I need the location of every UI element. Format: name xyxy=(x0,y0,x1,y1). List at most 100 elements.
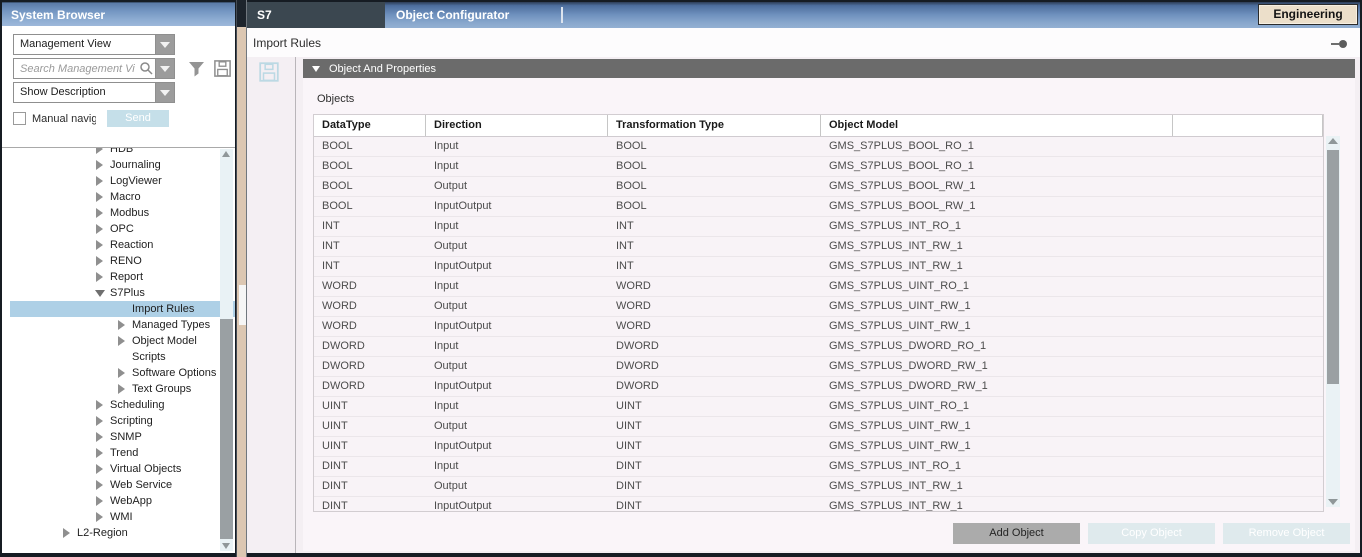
save-button[interactable] xyxy=(258,61,280,83)
chevron-collapsed-icon[interactable] xyxy=(93,191,106,204)
chevron-collapsed-icon[interactable] xyxy=(93,175,106,188)
tree-item-import-rules[interactable]: Import Rules xyxy=(10,301,235,317)
display-mode-selector[interactable]: Show Description xyxy=(13,82,156,103)
chevron-collapsed-icon[interactable] xyxy=(115,383,128,396)
search-dropdown-button[interactable] xyxy=(156,58,175,79)
view-selector-dropdown-button[interactable] xyxy=(156,34,175,55)
table-row[interactable]: BOOLOutputBOOLGMS_S7PLUS_BOOL_RW_1 xyxy=(314,177,1323,197)
pin-icon[interactable] xyxy=(1331,40,1347,48)
tree-item-wmi[interactable]: WMI xyxy=(10,509,235,525)
copy-object-button[interactable]: Copy Object xyxy=(1088,523,1215,544)
table-scrollbar[interactable] xyxy=(1326,136,1340,507)
search-input[interactable] xyxy=(13,58,156,79)
tree-item-webapp[interactable]: WebApp xyxy=(10,493,235,509)
chevron-expanded-icon[interactable] xyxy=(93,287,106,300)
column-header-empty[interactable] xyxy=(1173,115,1323,136)
chevron-collapsed-icon[interactable] xyxy=(93,479,106,492)
chevron-collapsed-icon[interactable] xyxy=(93,255,106,268)
tree-item-scheduling[interactable]: Scheduling xyxy=(10,397,235,413)
tree-item-macro[interactable]: Macro xyxy=(10,189,235,205)
tree-scrollbar[interactable] xyxy=(220,149,233,551)
tree-item-reno[interactable]: RENO xyxy=(10,253,235,269)
send-button[interactable]: Send xyxy=(107,110,169,127)
column-header-datatype[interactable]: DataType xyxy=(314,115,426,136)
chevron-collapsed-icon[interactable] xyxy=(115,335,128,348)
chevron-collapsed-icon[interactable] xyxy=(93,147,106,156)
tree-item-software-options[interactable]: Software Options xyxy=(10,365,235,381)
chevron-collapsed-icon[interactable] xyxy=(93,415,106,428)
table-row[interactable]: DWORDInputOutputDWORDGMS_S7PLUS_DWORD_RW… xyxy=(314,377,1323,397)
engineering-mode-button[interactable]: Engineering xyxy=(1258,4,1358,25)
table-scrollbar-thumb[interactable] xyxy=(1327,150,1339,384)
chevron-collapsed-icon[interactable] xyxy=(115,367,128,380)
table-row[interactable]: INTInputOutputINTGMS_S7PLUS_INT_RW_1 xyxy=(314,257,1323,277)
tab-object-configurator[interactable]: Object Configurator xyxy=(385,2,535,28)
chevron-collapsed-icon[interactable] xyxy=(93,431,106,444)
table-row[interactable]: INTInputINTGMS_S7PLUS_INT_RO_1 xyxy=(314,217,1323,237)
save-search-button[interactable] xyxy=(213,59,232,78)
tree-item-s7plus[interactable]: S7Plus xyxy=(10,285,235,301)
table-row[interactable]: UINTInputOutputUINTGMS_S7PLUS_UINT_RW_1 xyxy=(314,437,1323,457)
view-selector[interactable]: Management View xyxy=(13,34,156,55)
chevron-collapsed-icon[interactable] xyxy=(93,447,106,460)
column-header-object-model[interactable]: Object Model xyxy=(821,115,1173,136)
chevron-collapsed-icon[interactable] xyxy=(93,207,106,220)
table-row[interactable]: UINTOutputUINTGMS_S7PLUS_UINT_RW_1 xyxy=(314,417,1323,437)
tree-item-snmp[interactable]: SNMP xyxy=(10,429,235,445)
table-row[interactable]: DWORDOutputDWORDGMS_S7PLUS_DWORD_RW_1 xyxy=(314,357,1323,377)
tree-item-modbus[interactable]: Modbus xyxy=(10,205,235,221)
tab-s7[interactable]: S7 xyxy=(247,2,385,28)
chevron-collapsed-icon[interactable] xyxy=(60,527,73,540)
chevron-collapsed-icon[interactable] xyxy=(93,239,106,252)
table-row[interactable]: WORDInputWORDGMS_S7PLUS_UINT_RO_1 xyxy=(314,277,1323,297)
tree-item-object-model[interactable]: Object Model xyxy=(10,333,235,349)
chevron-collapsed-icon[interactable] xyxy=(93,463,106,476)
tree-item-virtual-objects[interactable]: Virtual Objects xyxy=(10,461,235,477)
chevron-collapsed-icon[interactable] xyxy=(93,511,106,524)
table-row[interactable]: WORDOutputWORDGMS_S7PLUS_UINT_RW_1 xyxy=(314,297,1323,317)
table-row[interactable]: BOOLInputOutputBOOLGMS_S7PLUS_BOOL_RW_1 xyxy=(314,197,1323,217)
scroll-up-icon[interactable] xyxy=(1328,138,1338,144)
splitter-drag-handle[interactable] xyxy=(239,285,246,325)
chevron-collapsed-icon[interactable] xyxy=(115,319,128,332)
tree-item-managed-types[interactable]: Managed Types xyxy=(10,317,235,333)
tree-scrollbar-thumb[interactable] xyxy=(220,319,233,539)
tree-item-trend[interactable]: Trend xyxy=(10,445,235,461)
table-row[interactable]: BOOLInputBOOLGMS_S7PLUS_BOOL_RO_1 xyxy=(314,137,1323,157)
chevron-collapsed-icon[interactable] xyxy=(93,159,106,172)
tree-item-reaction[interactable]: Reaction xyxy=(10,237,235,253)
tree-item-report[interactable]: Report xyxy=(10,269,235,285)
scroll-down-icon[interactable] xyxy=(1328,499,1338,505)
tree-item-scripts[interactable]: Scripts xyxy=(10,349,235,365)
table-row[interactable]: UINTInputUINTGMS_S7PLUS_UINT_RO_1 xyxy=(314,397,1323,417)
table-row[interactable]: DINTInputOutputDINTGMS_S7PLUS_INT_RW_1 xyxy=(314,497,1323,511)
tree-item-scripting[interactable]: Scripting xyxy=(10,413,235,429)
column-header-transformation-type[interactable]: Transformation Type xyxy=(608,115,821,136)
column-header-direction[interactable]: Direction xyxy=(426,115,608,136)
table-row[interactable]: DINTOutputDINTGMS_S7PLUS_INT_RW_1 xyxy=(314,477,1323,497)
tree-item-text-groups[interactable]: Text Groups xyxy=(10,381,235,397)
manual-navigation-checkbox[interactable] xyxy=(13,112,26,125)
panel-splitter[interactable] xyxy=(236,0,247,557)
table-row[interactable]: BOOLInputBOOLGMS_S7PLUS_BOOL_RO_1 xyxy=(314,157,1323,177)
chevron-collapsed-icon[interactable] xyxy=(93,495,106,508)
tree-item-journaling[interactable]: Journaling xyxy=(10,157,235,173)
table-row[interactable]: INTOutputINTGMS_S7PLUS_INT_RW_1 xyxy=(314,237,1323,257)
chevron-collapsed-icon[interactable] xyxy=(93,399,106,412)
tree-item-hdb[interactable]: HDB xyxy=(10,147,235,157)
table-row[interactable]: WORDInputOutputWORDGMS_S7PLUS_UINT_RW_1 xyxy=(314,317,1323,337)
chevron-collapsed-icon[interactable] xyxy=(93,223,106,236)
panel-header[interactable]: Object And Properties xyxy=(303,59,1355,78)
scroll-up-icon[interactable] xyxy=(222,151,230,157)
tree-item-web-service[interactable]: Web Service xyxy=(10,477,235,493)
remove-object-button[interactable]: Remove Object xyxy=(1223,523,1350,544)
filter-button[interactable] xyxy=(188,60,205,78)
display-mode-dropdown-button[interactable] xyxy=(156,82,175,103)
tree-item-logviewer[interactable]: LogViewer xyxy=(10,173,235,189)
tree-item-l2-region[interactable]: L2-Region xyxy=(10,525,235,541)
chevron-collapsed-icon[interactable] xyxy=(93,271,106,284)
table-row[interactable]: DINTInputDINTGMS_S7PLUS_INT_RO_1 xyxy=(314,457,1323,477)
tree-item-opc[interactable]: OPC xyxy=(10,221,235,237)
scroll-down-icon[interactable] xyxy=(222,543,230,549)
table-row[interactable]: DWORDInputDWORDGMS_S7PLUS_DWORD_RO_1 xyxy=(314,337,1323,357)
